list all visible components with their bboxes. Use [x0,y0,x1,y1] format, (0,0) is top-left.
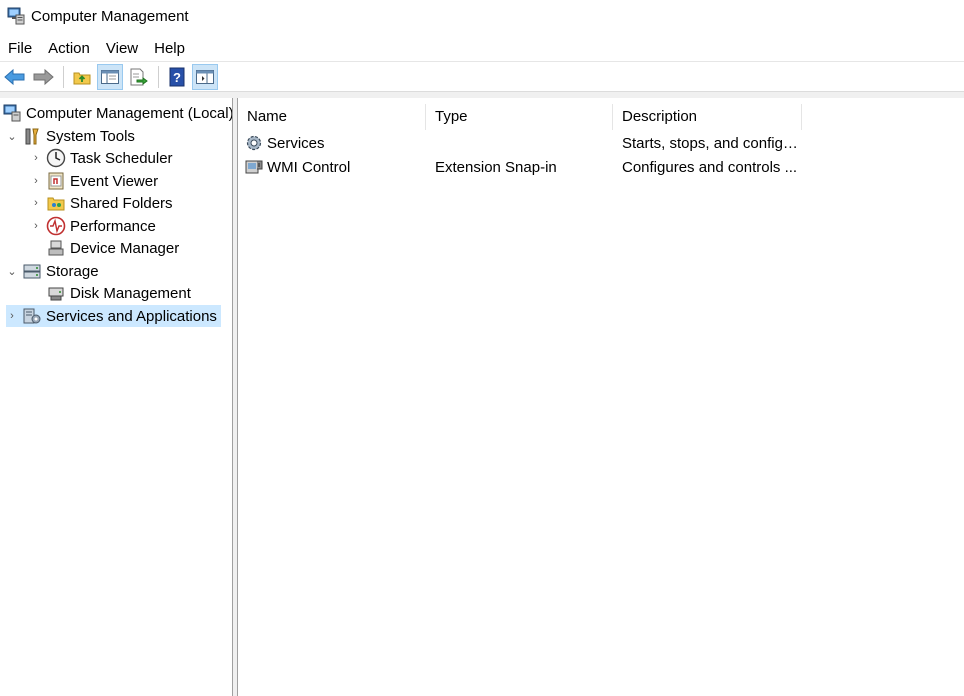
storage-icon [22,261,42,281]
chevron-right-icon[interactable]: › [6,310,18,322]
cell-type: Extension Snap-in [435,158,557,176]
computer-management-icon [2,103,22,123]
menu-view[interactable]: View [98,36,146,62]
column-header-name[interactable]: Name [238,104,426,130]
toolbar-separator [63,66,64,88]
cell-name: Services [238,133,426,153]
system-tools-icon [22,126,42,146]
tree-item-label: Performance [70,217,156,235]
menu-help[interactable]: Help [146,36,193,62]
chevron-right-icon[interactable]: › [30,220,42,232]
up-one-level-button[interactable] [69,64,95,90]
console-tree-pane: Computer Management (Local) ⌄ System Too… [0,98,232,696]
export-list-icon [130,68,148,86]
tree-item-label: Task Scheduler [70,149,173,167]
device-manager-icon [46,238,66,258]
list-row-wmi-control[interactable]: WMI Control Extension Snap-in Configures… [238,156,802,178]
chevron-right-icon[interactable]: › [30,152,42,164]
help-button[interactable]: ? [164,64,190,90]
chevron-down-icon[interactable]: ⌄ [6,265,18,278]
show-hide-console-tree-button[interactable] [97,64,123,90]
cell-name: WMI Control [238,157,426,177]
tree-item-label: Device Manager [70,239,180,257]
svg-text:?: ? [173,70,181,85]
tree-item-label: Services and Applications [46,307,217,325]
chevron-right-icon[interactable]: › [30,197,42,209]
window-title: Computer Management [31,7,189,25]
menu-file[interactable]: File [0,36,40,62]
chevron-down-icon[interactable]: ⌄ [6,130,18,143]
tree-item-label: Storage [46,262,99,280]
column-header-type[interactable]: Type [426,104,613,130]
tree-item-device-manager[interactable]: Device Manager [46,237,179,259]
title-bar: Computer Management [0,0,964,32]
tree-item-shared-folders[interactable]: › Shared Folders [30,192,173,214]
tree-item-label: Disk Management [70,284,191,302]
tree-item-label: System Tools [46,127,135,145]
wmi-control-icon [244,157,264,177]
tree-item-label: Computer Management (Local) [26,104,232,122]
list-row-services[interactable]: Services Starts, stops, and configu... [238,132,802,154]
up-folder-icon [73,72,91,85]
services-gear-icon [244,133,264,153]
show-hide-action-pane-button[interactable] [192,64,218,90]
shared-folder-icon [46,193,66,213]
list-header: Name Type Description [238,104,802,130]
tree-item-system-tools[interactable]: ⌄ System Tools [6,125,135,147]
help-icon: ? [169,67,185,87]
tree-item-disk-management[interactable]: Disk Management [46,282,191,304]
back-arrow-icon [4,68,25,86]
forward-arrow-icon [33,68,54,86]
disk-management-icon [46,283,66,303]
tree-item-event-viewer[interactable]: › Event Viewer [30,170,158,192]
show-hide-action-pane-icon [196,70,214,84]
toolbar: ? [0,63,964,92]
results-list-pane: Name Type Description Services Starts, s… [238,98,964,696]
tree-item-storage[interactable]: ⌄ Storage [6,260,99,282]
event-viewer-icon [46,171,66,191]
toolbar-separator [158,66,159,88]
cell-description: Configures and controls ... [622,158,798,176]
performance-icon [46,216,66,236]
computer-management-app-icon [6,6,26,26]
tree-item-computer-management-local[interactable]: Computer Management (Local) [2,102,232,124]
tree-item-label: Shared Folders [70,194,173,212]
clock-icon [46,148,66,168]
tree-item-performance[interactable]: › Performance [30,215,156,237]
row-name-label: WMI Control [267,158,351,176]
chevron-right-icon[interactable]: › [30,175,42,187]
show-hide-console-tree-icon [101,70,119,84]
tree-item-task-scheduler[interactable]: › Task Scheduler [30,147,173,169]
tree-item-label: Event Viewer [70,172,159,190]
forward-button[interactable] [30,64,56,90]
export-list-button[interactable] [125,64,151,90]
cell-description: Starts, stops, and configu... [622,134,802,152]
back-button[interactable] [2,64,28,90]
menu-action[interactable]: Action [40,36,98,62]
menu-bar: File Action View Help [0,36,964,62]
column-header-description[interactable]: Description [613,104,802,130]
row-name-label: Services [267,134,325,152]
services-applications-icon [22,306,42,326]
tree-item-services-and-applications[interactable]: › Services and Applications [6,305,221,327]
